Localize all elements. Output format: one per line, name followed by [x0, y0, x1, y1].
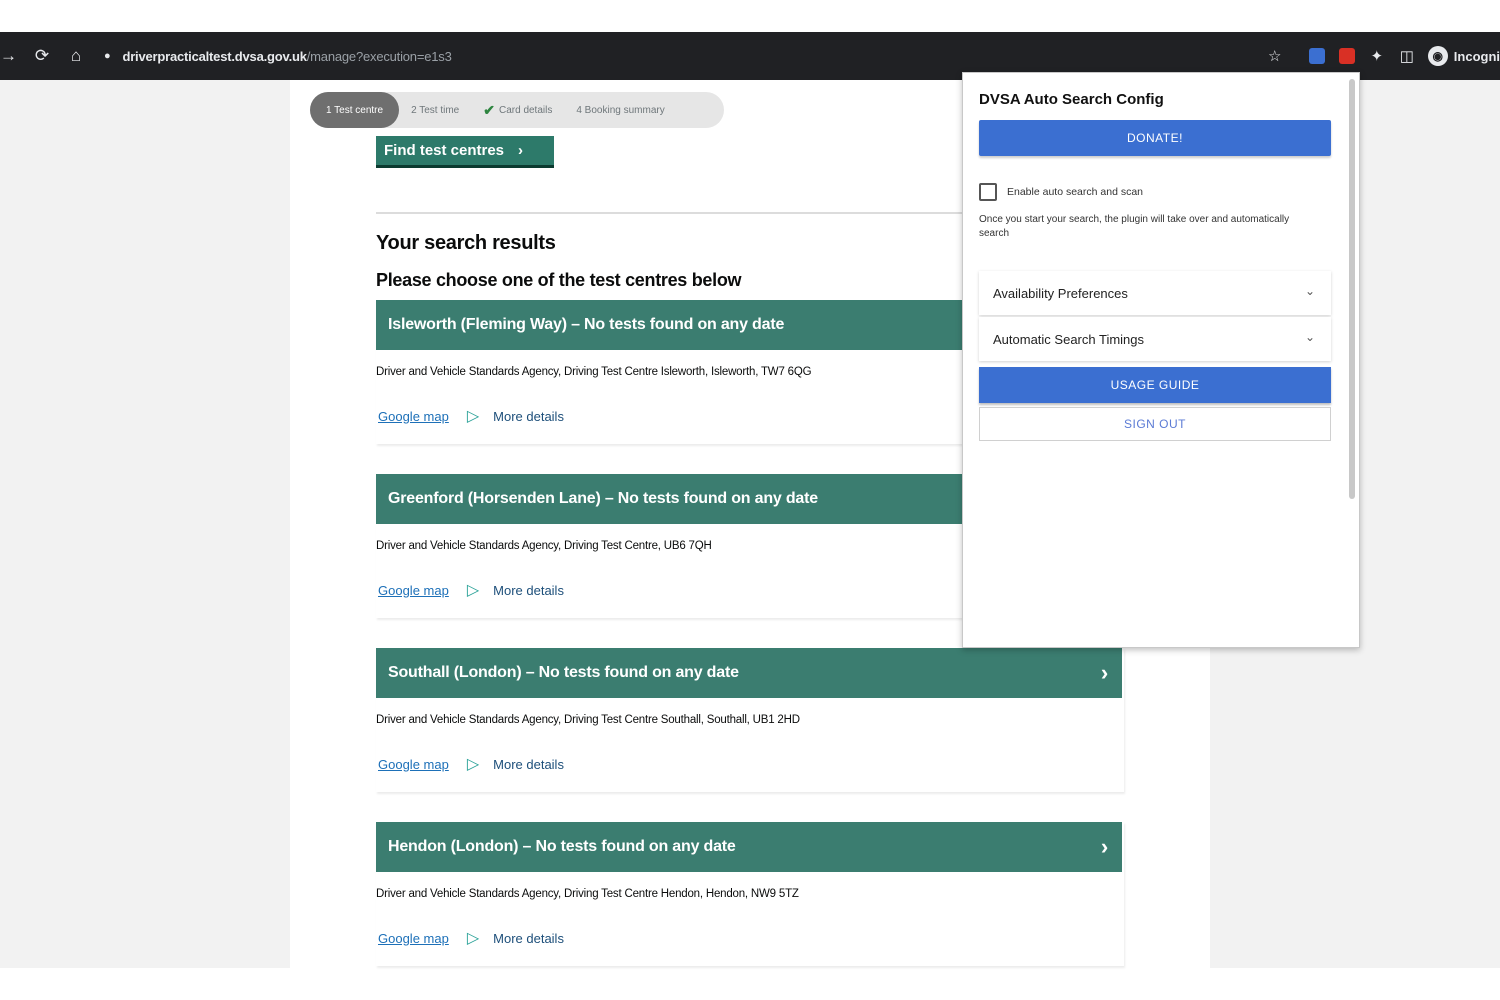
result-links: Google map ▷ More details — [378, 580, 564, 600]
incognito-icon: ◉ — [1427, 46, 1448, 66]
triangle-right-icon: ▷ — [466, 582, 480, 599]
results-heading: Your search results — [376, 232, 556, 254]
accordion-availability-preferences[interactable]: Availability Preferences ⌄ — [979, 271, 1331, 315]
triangle-right-icon: ▷ — [466, 756, 480, 773]
result-links: Google map ▷ More details — [378, 406, 564, 426]
url-path: /manage?execution=e1s3 — [306, 48, 452, 64]
check-icon: ✔ — [483, 101, 495, 118]
progress-steps: 1 Test centre 2 Test time ✔ Card details … — [310, 92, 724, 128]
result-links: Google map ▷ More details — [378, 928, 564, 948]
google-map-link[interactable]: Google map — [378, 583, 449, 598]
result-card: Hendon (London) – No tests found on any … — [376, 822, 1124, 966]
result-card-header[interactable]: Southall (London) – No tests found on an… — [376, 648, 1122, 698]
lock-icon: ● — [104, 50, 111, 62]
step-card-details[interactable]: ✔ Card details — [471, 92, 564, 128]
more-details-toggle[interactable]: ▷ More details — [467, 754, 564, 774]
google-map-link[interactable]: Google map — [378, 757, 449, 772]
step-booking-summary[interactable]: 4 Booking summary — [564, 92, 676, 128]
usage-guide-button[interactable]: USAGE GUIDE — [979, 367, 1331, 403]
sign-out-button[interactable]: SIGN OUT — [979, 407, 1331, 441]
step-test-time[interactable]: 2 Test time — [399, 92, 471, 128]
donate-button[interactable]: DONATE! — [979, 120, 1331, 156]
result-address: Driver and Vehicle Standards Agency, Dri… — [376, 714, 800, 726]
forward-icon[interactable]: → — [0, 46, 17, 66]
profile-label: Incogni — [1453, 48, 1500, 64]
chevron-right-icon: › — [1100, 834, 1108, 859]
home-icon[interactable]: ⌂ — [62, 46, 90, 66]
find-test-centres-button[interactable]: Find test centres › — [376, 136, 554, 168]
more-details-toggle[interactable]: ▷ More details — [467, 928, 564, 948]
result-address: Driver and Vehicle Standards Agency, Dri… — [376, 366, 812, 378]
auto-search-label: Enable auto search and scan — [1007, 186, 1144, 198]
extension-red-icon[interactable] — [1334, 43, 1360, 69]
result-address: Driver and Vehicle Standards Agency, Dri… — [376, 888, 799, 900]
google-map-link[interactable]: Google map — [378, 931, 449, 946]
url-host: driverpracticaltest.dvsa.gov.uk — [122, 48, 307, 64]
triangle-right-icon: ▷ — [466, 930, 480, 947]
chevron-down-icon: ⌄ — [1304, 330, 1315, 344]
auto-search-option: Enable auto search and scan — [979, 183, 1143, 201]
step-test-centre[interactable]: 1 Test centre — [310, 92, 400, 128]
result-card: Southall (London) – No tests found on an… — [376, 648, 1124, 792]
reload-icon[interactable]: ⟳ — [28, 46, 56, 66]
chevron-down-icon: ⌄ — [1304, 284, 1315, 298]
side-panel-icon[interactable]: ◫ — [1394, 43, 1420, 69]
extension-dvsa-icon[interactable] — [1304, 43, 1330, 69]
results-subheading: Please choose one of the test centres be… — [376, 270, 742, 290]
auto-search-description: Once you start your search, the plugin w… — [979, 214, 1290, 239]
popup-scrollbar[interactable] — [1349, 79, 1355, 499]
chevron-right-icon: › — [518, 142, 524, 159]
result-address: Driver and Vehicle Standards Agency, Dri… — [376, 540, 712, 552]
incognito-profile[interactable]: ◉ Incogni — [1427, 46, 1500, 66]
result-card-header[interactable]: Hendon (London) – No tests found on any … — [376, 822, 1122, 872]
extension-popup: DVSA Auto Search Config DONATE! Enable a… — [962, 72, 1360, 648]
chevron-right-icon: › — [1100, 660, 1108, 685]
result-links: Google map ▷ More details — [378, 754, 564, 774]
bookmark-star-icon[interactable]: ☆ — [1262, 43, 1288, 69]
popup-title: DVSA Auto Search Config — [979, 91, 1164, 108]
auto-search-checkbox[interactable] — [979, 183, 997, 201]
google-map-link[interactable]: Google map — [378, 409, 449, 424]
address-bar[interactable]: ● driverpracticaltest.dvsa.gov.uk /manag… — [104, 49, 452, 64]
triangle-right-icon: ▷ — [466, 408, 480, 425]
more-details-toggle[interactable]: ▷ More details — [467, 580, 564, 600]
extensions-puzzle-icon[interactable]: ✦ — [1364, 43, 1390, 69]
more-details-toggle[interactable]: ▷ More details — [467, 406, 564, 426]
accordion-automatic-search-timings[interactable]: Automatic Search Timings ⌄ — [979, 317, 1331, 361]
